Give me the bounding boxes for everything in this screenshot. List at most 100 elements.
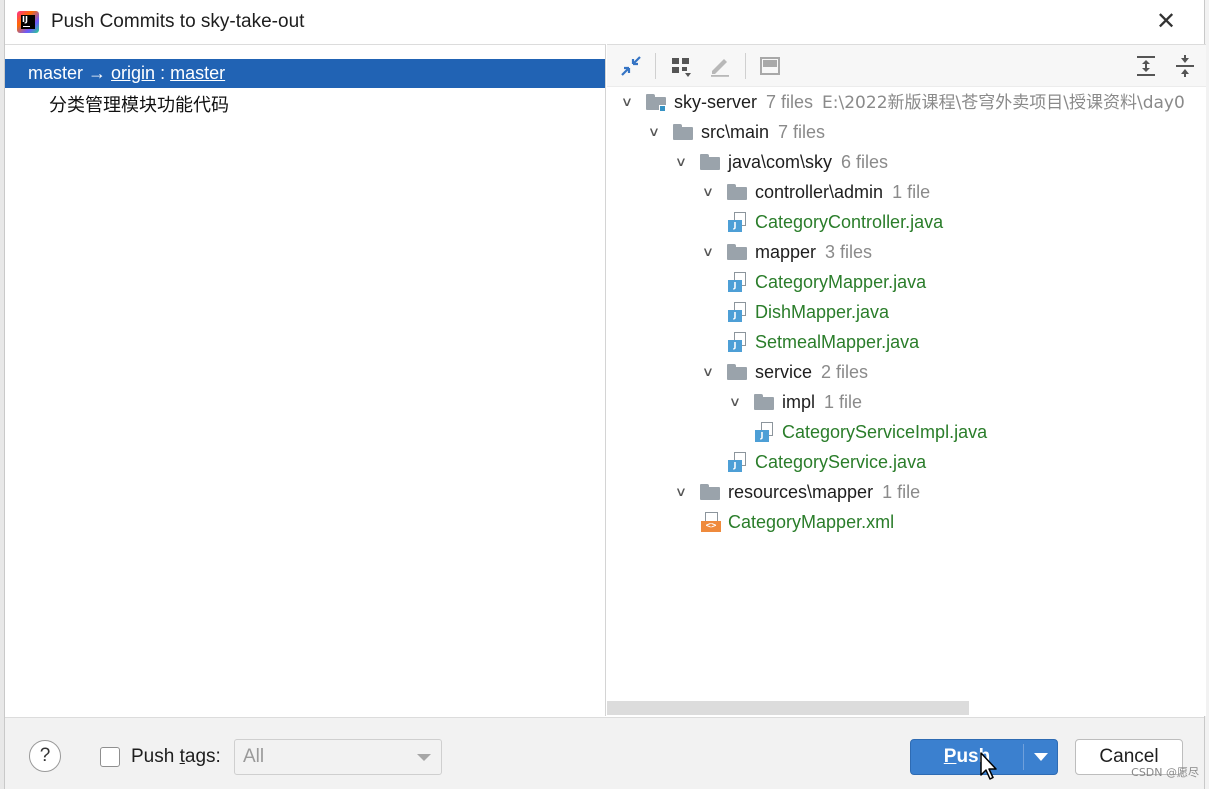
- watermark: CSDN @愿尽: [1131, 766, 1199, 779]
- folder-name: sky-server 7 files E:\2022新版课程\苍穹外卖项目\授课资料…: [674, 87, 1185, 118]
- branch-mapping-row[interactable]: master → origin : master: [5, 59, 605, 88]
- expand-all-icon[interactable]: [1134, 54, 1158, 78]
- tree-row[interactable]: ∨ java\com\sky 6 files: [607, 147, 1206, 177]
- tree-row[interactable]: J SetmealMapper.java: [607, 327, 1206, 357]
- group-by-icon[interactable]: [669, 54, 693, 78]
- chevron-down-icon[interactable]: ∨: [725, 387, 746, 417]
- folder-name: impl 1 file: [782, 387, 862, 417]
- java-file-icon: J: [728, 302, 748, 322]
- close-button[interactable]: ✕: [1152, 8, 1180, 36]
- xml-file-icon: <>: [701, 512, 721, 532]
- folder-icon: [673, 124, 693, 140]
- file-count: 1 file: [824, 392, 863, 412]
- file-name: DishMapper.java: [755, 297, 889, 327]
- remote-name-link[interactable]: origin: [111, 63, 155, 83]
- folder-icon: [700, 154, 720, 170]
- folder-name: service 2 files: [755, 357, 868, 387]
- title-bar: IJ Push Commits to sky-take-out ✕: [5, 0, 1204, 44]
- file-count: 7 files: [766, 92, 814, 112]
- push-button[interactable]: Push: [911, 740, 1023, 774]
- tree-row[interactable]: ∨ resources\mapper 1 file: [607, 477, 1206, 507]
- node-label: SetmealMapper.java: [755, 332, 920, 352]
- java-file-icon: J: [728, 212, 748, 232]
- tree-row[interactable]: ∨ impl 1 file: [607, 387, 1206, 417]
- folder-icon: [700, 484, 720, 500]
- toolbar-separator: [745, 53, 746, 79]
- tree-row[interactable]: J CategoryService.java: [607, 447, 1206, 477]
- tree-row[interactable]: J CategoryMapper.java: [607, 267, 1206, 297]
- file-name: CategoryServiceImpl.java: [782, 417, 987, 447]
- file-count: 2 files: [821, 362, 869, 382]
- horizontal-scrollbar[interactable]: [607, 701, 969, 715]
- chevron-down-icon[interactable]: ∨: [698, 237, 719, 267]
- chevron-down-icon[interactable]: ∨: [671, 477, 692, 507]
- button-bar: ? Push tags: All Push Cancel: [5, 717, 1204, 789]
- push-arrow-icon: →: [88, 63, 107, 83]
- java-file-icon: J: [728, 452, 748, 472]
- file-name: CategoryMapper.java: [755, 267, 926, 297]
- tree-row[interactable]: ∨ sky-server 7 files E:\2022新版课程\苍穹外卖项目\授课资…: [607, 87, 1206, 117]
- node-label: impl: [782, 392, 816, 412]
- java-file-icon: J: [755, 422, 775, 442]
- tree-row[interactable]: ∨ service 2 files: [607, 357, 1206, 387]
- chevron-down-icon[interactable]: ∨: [671, 147, 692, 177]
- edit-icon[interactable]: [708, 54, 732, 78]
- module-path: E:\2022新版课程\苍穹外卖项目\授课资料\day0: [822, 93, 1185, 113]
- tree-row[interactable]: <> CategoryMapper.xml: [607, 507, 1206, 537]
- tree-row[interactable]: ∨ mapper 3 files: [607, 237, 1206, 267]
- mouse-cursor-icon: [980, 752, 997, 780]
- commits-pane: master → origin : master 分类管理模块功能代码: [5, 44, 606, 716]
- folder-name: src\main 7 files: [701, 117, 825, 147]
- file-count: 1 file: [892, 182, 931, 202]
- tree-row[interactable]: J CategoryServiceImpl.java: [607, 417, 1206, 447]
- preview-icon[interactable]: [758, 54, 782, 78]
- remote-branch-link[interactable]: master: [170, 63, 225, 83]
- chevron-down-icon[interactable]: ∨: [617, 87, 638, 117]
- file-count: 7 files: [778, 122, 826, 142]
- tree-row[interactable]: J CategoryController.java: [607, 207, 1206, 237]
- file-name: SetmealMapper.java: [755, 327, 919, 357]
- node-label: java\com\sky: [728, 152, 833, 172]
- chevron-down-icon[interactable]: ∨: [644, 117, 665, 147]
- file-name: CategoryService.java: [755, 447, 926, 477]
- intellij-logo-icon: IJ: [17, 11, 39, 33]
- folder-icon: [727, 184, 747, 200]
- node-label: CategoryServiceImpl.java: [782, 422, 988, 442]
- branch-separator: :: [160, 63, 166, 83]
- chevron-down-icon: [417, 754, 431, 761]
- chevron-down-icon[interactable]: ∨: [698, 177, 719, 207]
- module-badge-icon: [659, 105, 666, 112]
- push-tags-label: Push tags:: [131, 746, 221, 767]
- folder-name: resources\mapper 1 file: [728, 477, 920, 507]
- folder-icon: [727, 244, 747, 260]
- tree-row[interactable]: ∨ src\main 7 files: [607, 117, 1206, 147]
- collapse-all-icon[interactable]: [1173, 54, 1197, 78]
- dialog-title: Push Commits to sky-take-out: [51, 11, 305, 32]
- file-count: 3 files: [825, 242, 873, 262]
- node-label: resources\mapper: [728, 482, 874, 502]
- changes-toolbar: [607, 45, 1206, 87]
- tree-row[interactable]: ∨ controller\admin 1 file: [607, 177, 1206, 207]
- push-options-dropdown[interactable]: [1024, 740, 1058, 774]
- commit-item[interactable]: 分类管理模块功能代码: [49, 91, 229, 117]
- folder-icon: [754, 394, 774, 410]
- folder-name: mapper 3 files: [755, 237, 872, 267]
- local-branch: master: [28, 63, 84, 83]
- node-label: CategoryService.java: [755, 452, 927, 472]
- chevron-down-icon[interactable]: ∨: [698, 357, 719, 387]
- tags-select-value: All: [243, 746, 265, 767]
- changes-pane: ∨ sky-server 7 files E:\2022新版课程\苍穹外卖项目\授课资…: [607, 44, 1206, 716]
- tags-select[interactable]: All: [234, 739, 442, 775]
- node-label: src\main: [701, 122, 770, 142]
- toolbar-separator: [655, 53, 656, 79]
- push-tags-checkbox[interactable]: [100, 747, 120, 767]
- collapse-arrows-icon[interactable]: [619, 54, 643, 78]
- node-label: controller\admin: [755, 182, 884, 202]
- push-commits-dialog: IJ Push Commits to sky-take-out ✕ master…: [4, 0, 1206, 789]
- java-file-icon: J: [728, 332, 748, 352]
- tree-row[interactable]: J DishMapper.java: [607, 297, 1206, 327]
- folder-name: controller\admin 1 file: [755, 177, 930, 207]
- node-label: mapper: [755, 242, 817, 262]
- help-button[interactable]: ?: [29, 740, 61, 772]
- node-label: service: [755, 362, 813, 382]
